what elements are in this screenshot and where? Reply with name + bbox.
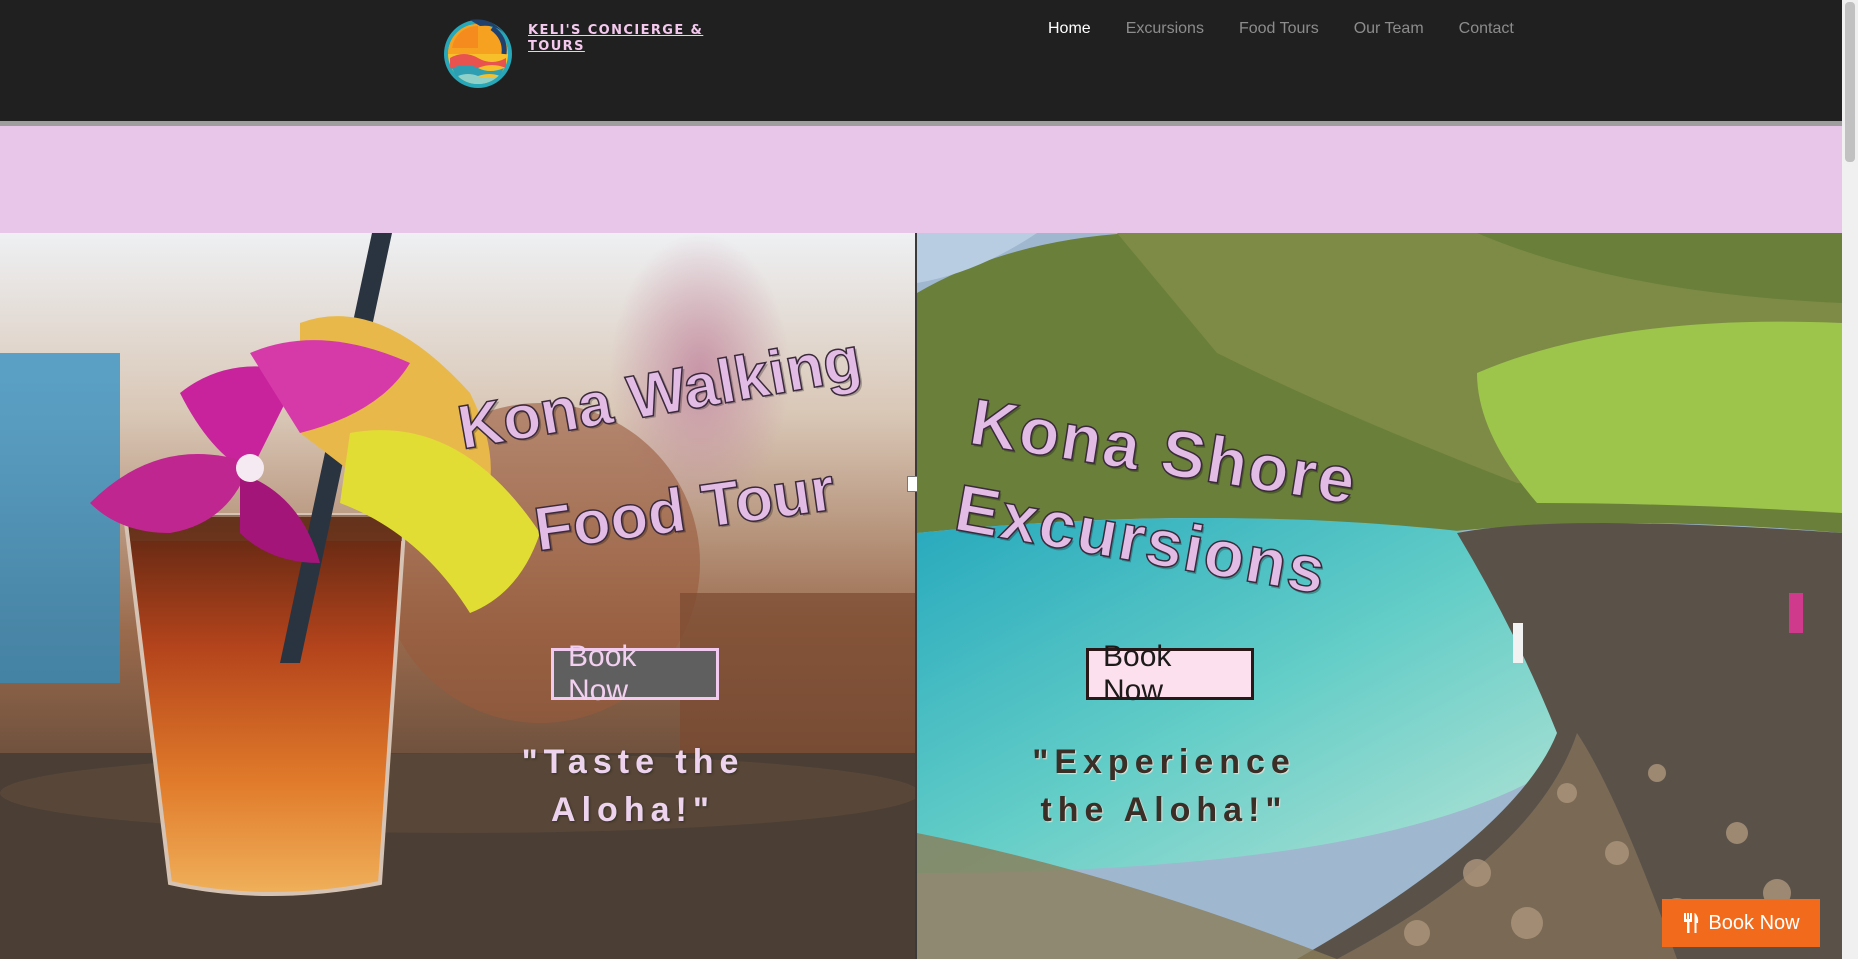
excursions-tagline: "Experience the Aloha!" [1032, 743, 1296, 829]
food-tour-book-button[interactable]: Book Now [551, 640, 719, 707]
vertical-scrollbar[interactable] [1842, 0, 1858, 959]
nav-item-home[interactable]: Home [1048, 20, 1091, 38]
sunset-wave-logo-icon[interactable] [440, 14, 516, 90]
pink-banner-strip [0, 131, 1842, 233]
scrollbar-thumb[interactable] [1845, 2, 1855, 162]
brand-name[interactable]: KELI'S CONCIERGE & TOURS [528, 23, 728, 55]
excursions-book-button[interactable]: Book Now [1086, 640, 1254, 707]
nav-item-food-tours[interactable]: Food Tours [1239, 20, 1319, 38]
site-header: KELI'S CONCIERGE & TOURS Home Excursions… [0, 0, 1842, 126]
excursions-panel: Kona Shore Excursions Book Now "Experien… [917, 233, 1842, 959]
nav-item-our-team[interactable]: Our Team [1354, 20, 1424, 38]
floating-book-now-button[interactable]: Book Now [1662, 899, 1820, 947]
page: KELI'S CONCIERGE & TOURS Home Excursions… [0, 0, 1858, 959]
fork-knife-icon [1684, 913, 1699, 933]
food-tour-panel: Kona Walking Food Tour Book Now "Taste t… [0, 233, 915, 959]
food-tour-tagline: "Taste the Aloha!" [521, 743, 745, 829]
main-nav: Home Excursions Food Tours Our Team Cont… [1048, 20, 1549, 38]
floating-book-now-label: Book Now [1708, 911, 1800, 934]
nav-item-excursions[interactable]: Excursions [1126, 20, 1204, 38]
nav-item-contact[interactable]: Contact [1459, 20, 1514, 38]
shore-image [917, 233, 1842, 959]
